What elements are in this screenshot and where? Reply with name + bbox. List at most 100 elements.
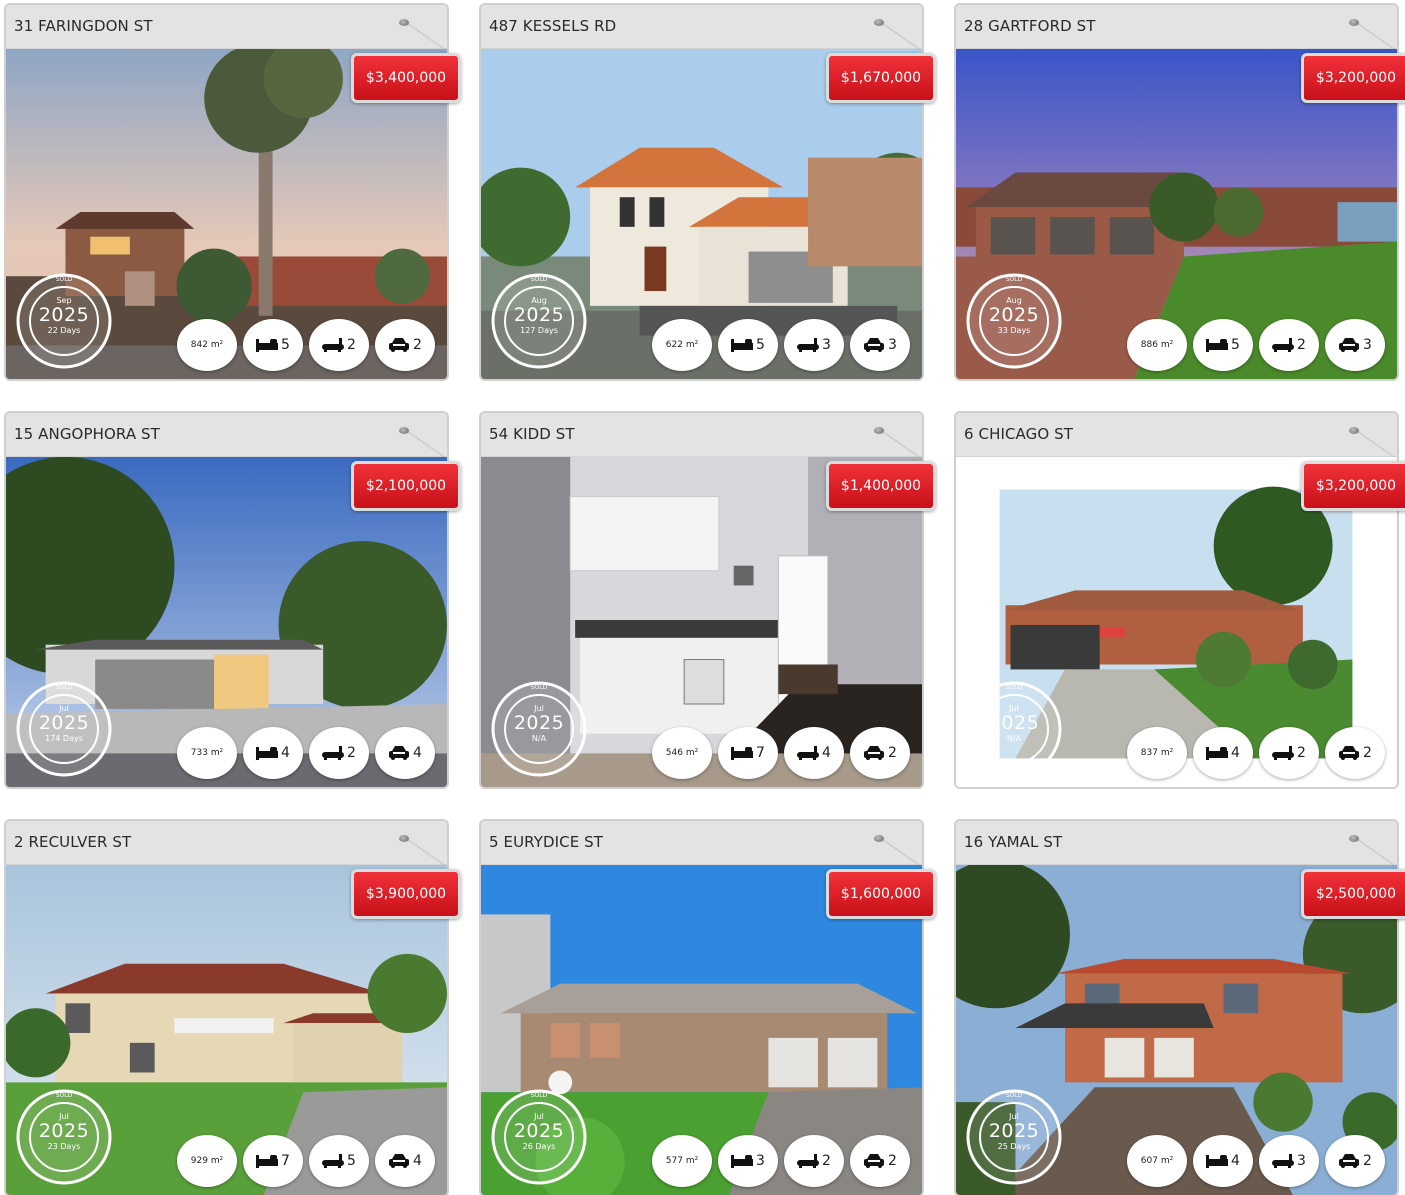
listing-address[interactable]: 6 CHICAGO ST — [964, 425, 1073, 443]
hanging-string — [882, 23, 922, 51]
stamp-year: 2025 — [38, 1120, 90, 1142]
card-header: 487 KESSELS RD — [481, 5, 922, 51]
bathrooms: 2 — [309, 727, 369, 779]
bathrooms: 2 — [784, 1135, 844, 1187]
bathrooms: 2 — [309, 319, 369, 371]
bed-icon — [256, 746, 279, 760]
land-size: 577 m² — [652, 1135, 712, 1187]
bedrooms: 5 — [243, 319, 303, 371]
car-icon — [1338, 338, 1360, 352]
price-tag: $3,900,000 — [351, 869, 461, 919]
stamp-year: 2025 — [513, 1120, 565, 1142]
feature-bubbles: 842 m² 5 2 2 — [177, 319, 441, 371]
feature-bubbles: 733 m² 4 2 4 — [177, 727, 441, 779]
listing-card[interactable]: 54 KIDD ST $1,400,000 SOLD Jul 2025 N/A … — [479, 411, 936, 789]
bedrooms: 5 — [1193, 319, 1253, 371]
bed-icon — [731, 1154, 754, 1168]
hanging-string — [882, 839, 922, 867]
listing-card[interactable]: 5 EURYDICE ST $1,600,000 SOLD Jul 2025 2… — [479, 819, 936, 1195]
card-header: 54 KIDD ST — [481, 413, 922, 459]
bathrooms: 4 — [784, 727, 844, 779]
listing-address[interactable]: 28 GARTFORD ST — [964, 17, 1096, 35]
pin-icon — [399, 19, 409, 26]
listing-address[interactable]: 487 KESSELS RD — [489, 17, 616, 35]
bath-icon — [322, 1154, 345, 1168]
listing-card[interactable]: 16 YAMAL ST $2,500,000 SOLD Jul 2025 25 … — [954, 819, 1405, 1195]
svg-text:SOLD: SOLD — [531, 684, 548, 691]
pin-icon — [399, 427, 409, 434]
bed-icon — [256, 1154, 279, 1168]
bedrooms: 7 — [243, 1135, 303, 1187]
listing-address[interactable]: 54 KIDD ST — [489, 425, 575, 443]
car-spaces: 2 — [850, 727, 910, 779]
car-icon — [388, 746, 410, 760]
svg-text:SOLD: SOLD — [1006, 276, 1023, 283]
listing-address[interactable]: 5 EURYDICE ST — [489, 833, 603, 851]
car-icon — [863, 1154, 885, 1168]
bedrooms: 7 — [718, 727, 778, 779]
bathrooms: 3 — [784, 319, 844, 371]
stamp-days: 33 Days — [997, 326, 1031, 335]
stamp-days: 127 Days — [520, 326, 558, 335]
feature-bubbles: 577 m² 3 2 2 — [652, 1135, 916, 1187]
bath-icon — [1272, 746, 1295, 760]
price-tag: $3,200,000 — [1301, 461, 1405, 511]
stamp-year: 2025 — [988, 304, 1040, 326]
sold-stamp: SOLD Jul 2025 174 Days — [14, 679, 114, 779]
car-spaces: 3 — [1325, 319, 1385, 371]
listing-card[interactable]: 487 KESSELS RD $1,670,000 SOLD Aug 2025 … — [479, 3, 936, 381]
card-header: 31 FARINGDON ST — [6, 5, 447, 51]
listing-card[interactable]: 15 ANGOPHORA ST $2,100,000 SOLD Jul 2025 — [4, 411, 461, 789]
bed-icon — [731, 746, 754, 760]
car-icon — [863, 746, 885, 760]
bath-icon — [1272, 338, 1295, 352]
bed-icon — [1206, 1154, 1229, 1168]
bath-icon — [322, 746, 345, 760]
car-spaces: 4 — [375, 1135, 435, 1187]
stamp-days: 174 Days — [45, 734, 83, 743]
svg-text:SOLD: SOLD — [56, 684, 73, 691]
stamp-year: 2025 — [513, 304, 565, 326]
price-tag: $1,670,000 — [826, 53, 936, 103]
feature-bubbles: 607 m² 4 3 2 — [1127, 1135, 1391, 1187]
listing-card[interactable]: 6 CHICAGO ST $3,200,000 SOLD Jul 2025 N/… — [954, 411, 1405, 789]
hanging-string — [407, 431, 447, 459]
pin-icon — [874, 835, 884, 842]
listing-card[interactable]: 28 GARTFORD ST $3,200,000 SOLD Aug 2025 … — [954, 3, 1405, 381]
card-header: 15 ANGOPHORA ST — [6, 413, 447, 459]
listing-address[interactable]: 2 RECULVER ST — [14, 833, 131, 851]
car-spaces: 3 — [850, 319, 910, 371]
sold-stamp: SOLD Jul 2025 25 Days — [964, 1087, 1064, 1187]
car-icon — [863, 338, 885, 352]
listing-address[interactable]: 16 YAMAL ST — [964, 833, 1062, 851]
hanging-string — [407, 23, 447, 51]
car-icon — [1338, 1154, 1360, 1168]
bathrooms: 5 — [309, 1135, 369, 1187]
sold-stamp: SOLD Aug 2025 33 Days — [964, 271, 1064, 371]
bed-icon — [256, 338, 279, 352]
land-size: 886 m² — [1127, 319, 1187, 371]
listing-address[interactable]: 15 ANGOPHORA ST — [14, 425, 160, 443]
svg-text:SOLD: SOLD — [1006, 684, 1023, 691]
car-icon — [1338, 746, 1360, 760]
pin-icon — [399, 835, 409, 842]
feature-bubbles: 929 m² 7 5 4 — [177, 1135, 441, 1187]
stamp-days: 25 Days — [997, 1142, 1031, 1151]
listing-card[interactable]: 2 RECULVER ST $3,900,000 SOLD Jul 2025 2… — [4, 819, 461, 1195]
car-spaces: 2 — [1325, 727, 1385, 779]
bed-icon — [1206, 338, 1229, 352]
land-size: 733 m² — [177, 727, 237, 779]
listing-card[interactable]: 31 FARINGDON ST $3,400,000 SOLD Sep 2025… — [4, 3, 461, 381]
bathrooms: 3 — [1259, 1135, 1319, 1187]
stamp-days: 26 Days — [522, 1142, 556, 1151]
stamp-year: 2025 — [988, 712, 1040, 734]
car-icon — [388, 338, 410, 352]
stamp-days: 23 Days — [47, 1142, 81, 1151]
listing-address[interactable]: 31 FARINGDON ST — [14, 17, 153, 35]
hanging-string — [1357, 431, 1397, 459]
feature-bubbles: 546 m² 7 4 2 — [652, 727, 916, 779]
card-header: 5 EURYDICE ST — [481, 821, 922, 867]
stamp-days: 22 Days — [47, 326, 81, 335]
svg-text:SOLD: SOLD — [56, 276, 73, 283]
svg-text:SOLD: SOLD — [1006, 1092, 1023, 1099]
